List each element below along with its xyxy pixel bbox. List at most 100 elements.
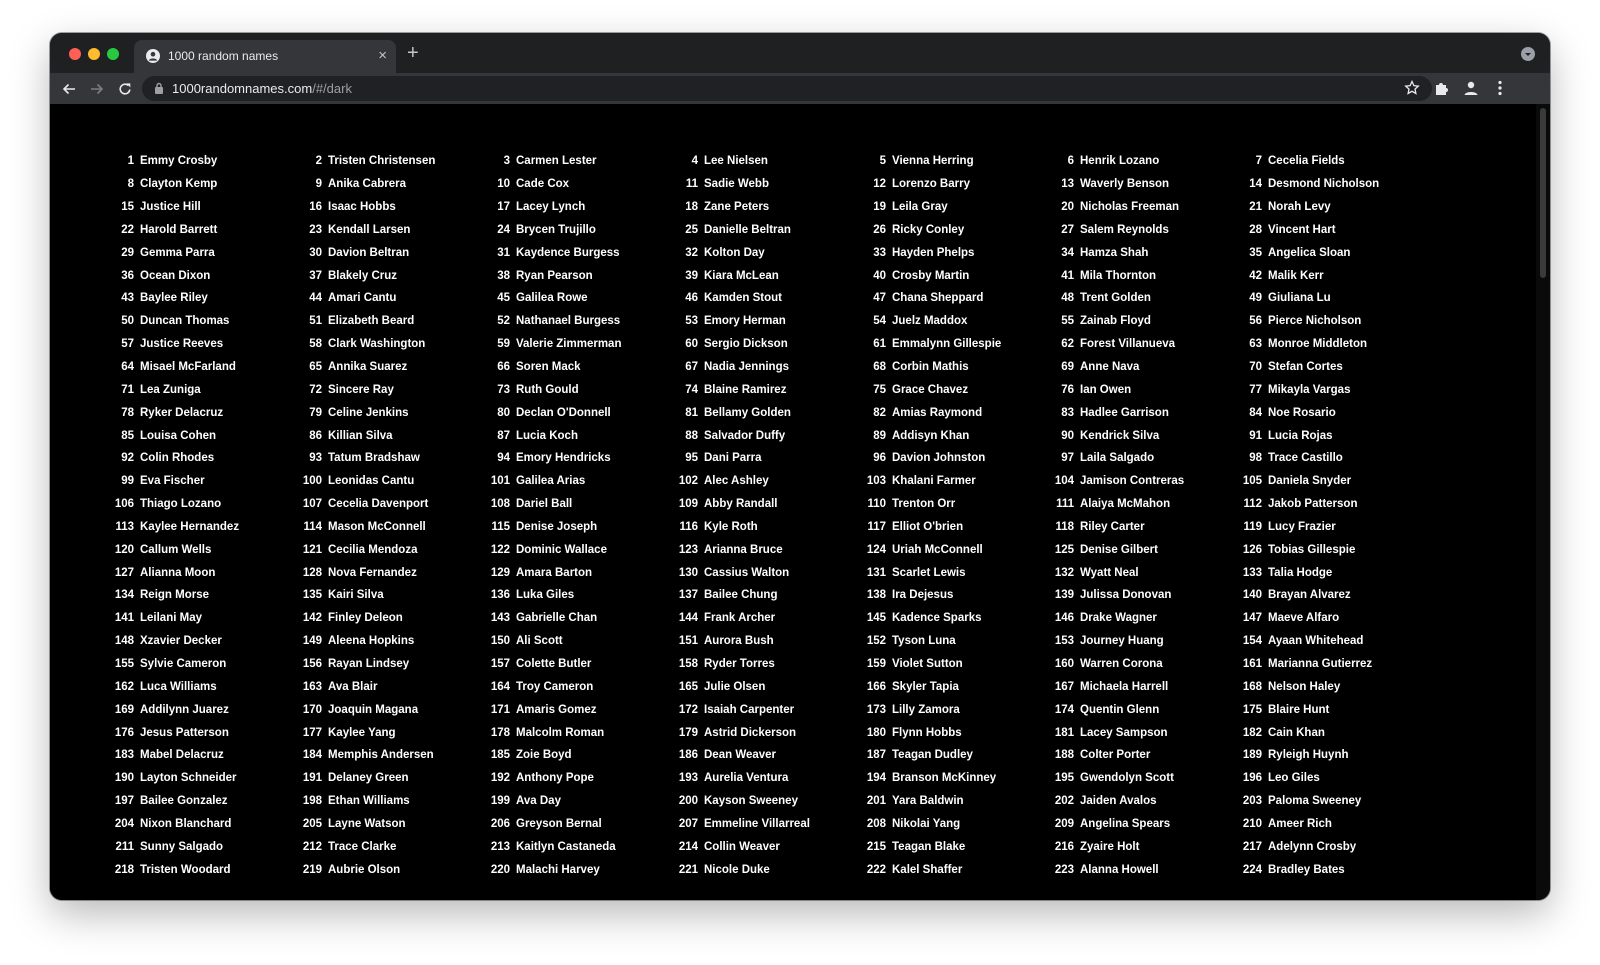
name-text: Mikayla Vargas [1268, 383, 1351, 396]
name-text: Waverly Benson [1080, 178, 1170, 191]
name-number: 116 [679, 520, 698, 533]
name-entry: 137 Bailee Chung [674, 584, 862, 607]
back-icon[interactable] [58, 78, 80, 100]
name-text: Nixon Blanchard [140, 817, 232, 830]
url-path: /#/dark [312, 81, 352, 96]
name-text: Joaquin Magana [328, 703, 419, 716]
name-entry: 105 Daniela Snyder [1238, 470, 1426, 493]
profile-icon[interactable] [1462, 79, 1480, 97]
name-entry: 215 Teagan Blake [862, 835, 1050, 858]
name-text: Arianna Bruce [704, 543, 783, 556]
name-entry: 81 Bellamy Golden [674, 401, 862, 424]
tab-search-icon[interactable] [1521, 47, 1535, 61]
minimize-window-button[interactable] [88, 48, 100, 60]
name-entry: 93 Tatum Bradshaw [298, 447, 486, 470]
new-tab-button[interactable]: + [407, 43, 419, 63]
star-icon[interactable] [1404, 80, 1420, 96]
name-entry: 119 Lucy Frazier [1238, 516, 1426, 539]
name-entry: 224 Bradley Bates [1238, 858, 1426, 881]
extensions-icon[interactable] [1433, 79, 1451, 97]
name-entry: 210 Ameer Rich [1238, 812, 1426, 835]
name-text: Kayson Sweeney [704, 795, 798, 808]
name-entry: 201 Yara Baldwin [862, 790, 1050, 813]
name-entry: 87 Lucia Koch [486, 424, 674, 447]
name-text: Colette Butler [516, 657, 592, 670]
name-text: Astrid Dickerson [704, 726, 797, 739]
close-window-button[interactable] [69, 48, 81, 60]
address-bar[interactable]: 1000randomnames.com/#/dark [142, 76, 1432, 101]
active-tab[interactable]: 1000 random names × [134, 40, 396, 73]
name-entry: 147 Maeve Alfaro [1238, 607, 1426, 630]
name-text: Jesus Patterson [140, 726, 229, 739]
name-entry: 121 Cecilia Mendoza [298, 538, 486, 561]
scrollbar-thumb[interactable] [1540, 108, 1546, 278]
name-entry: 182 Cain Khan [1238, 721, 1426, 744]
name-entry: 157 Colette Butler [486, 653, 674, 676]
name-number: 126 [1242, 543, 1262, 556]
name-text: Isaiah Carpenter [704, 703, 795, 716]
name-number: 73 [497, 383, 510, 396]
name-text: Blaine Ramirez [704, 383, 787, 396]
name-entry: 6 Henrik Lozano [1050, 150, 1238, 173]
maximize-window-button[interactable] [107, 48, 119, 60]
name-text: Denise Gilbert [1080, 543, 1158, 556]
name-text: Sincere Ray [328, 383, 394, 396]
vertical-scrollbar[interactable] [1536, 104, 1550, 900]
name-text: Lilly Zamora [892, 703, 960, 716]
name-number: 128 [302, 566, 322, 579]
name-number: 171 [490, 703, 510, 716]
name-number: 217 [1242, 840, 1262, 853]
name-text: Trent Golden [1080, 292, 1151, 305]
name-entry: 191 Delaney Green [298, 767, 486, 790]
name-entry: 171 Amaris Gomez [486, 698, 674, 721]
name-entry: 47 Chana Sheppard [862, 287, 1050, 310]
reload-icon[interactable] [114, 78, 136, 100]
name-number: 221 [678, 863, 698, 876]
name-text: Noe Rosario [1268, 406, 1336, 419]
name-entry: 52 Nathanael Burgess [486, 310, 674, 333]
name-text: Kendrick Silva [1080, 429, 1160, 442]
name-text: Colin Rhodes [140, 452, 215, 465]
name-number: 223 [1054, 863, 1074, 876]
name-number: 48 [1061, 292, 1074, 305]
name-text: Nova Fernandez [328, 566, 417, 579]
name-number: 28 [1249, 223, 1262, 236]
name-number: 23 [309, 223, 322, 236]
name-number: 125 [1054, 543, 1074, 556]
name-number: 99 [121, 475, 134, 488]
name-entry: 15 Justice Hill [110, 196, 298, 219]
name-entry: 141 Leilani May [110, 607, 298, 630]
name-number: 22 [121, 223, 134, 236]
name-entry: 173 Lilly Zamora [862, 698, 1050, 721]
name-number: 175 [1242, 703, 1262, 716]
name-entry: 22 Harold Barrett [110, 219, 298, 242]
name-text: Aleena Hopkins [328, 635, 415, 648]
name-text: Sunny Salgado [140, 840, 224, 853]
forward-icon[interactable] [86, 78, 108, 100]
name-entry: 61 Emmalynn Gillespie [862, 333, 1050, 356]
name-number: 66 [497, 361, 510, 374]
name-entry: 194 Branson McKinney [862, 767, 1050, 790]
name-number: 199 [490, 795, 510, 808]
menu-icon[interactable] [1491, 79, 1509, 97]
name-text: Malik Kerr [1268, 269, 1324, 282]
name-text: Gemma Parra [140, 246, 215, 259]
name-entry: 98 Trace Castillo [1238, 447, 1426, 470]
name-text: Harold Barrett [140, 223, 218, 236]
name-number: 63 [1249, 338, 1262, 351]
name-number: 96 [873, 452, 886, 465]
name-text: Lucia Koch [516, 429, 578, 442]
name-entry: 80 Declan O'Donnell [486, 401, 674, 424]
name-entry: 135 Kairi Silva [298, 584, 486, 607]
name-entry: 64 Misael McFarland [110, 356, 298, 379]
name-text: Tobias Gillespie [1268, 543, 1356, 556]
name-text: Khalani Farmer [892, 475, 976, 488]
name-text: Bailee Chung [704, 589, 778, 602]
name-entry: 109 Abby Randall [674, 493, 862, 516]
name-entry: 134 Reign Morse [110, 584, 298, 607]
tab-close-icon[interactable]: × [378, 48, 387, 63]
name-number: 197 [114, 795, 134, 808]
name-entry: 153 Journey Huang [1050, 630, 1238, 653]
name-entry: 185 Zoie Boyd [486, 744, 674, 767]
name-number: 115 [491, 520, 510, 533]
